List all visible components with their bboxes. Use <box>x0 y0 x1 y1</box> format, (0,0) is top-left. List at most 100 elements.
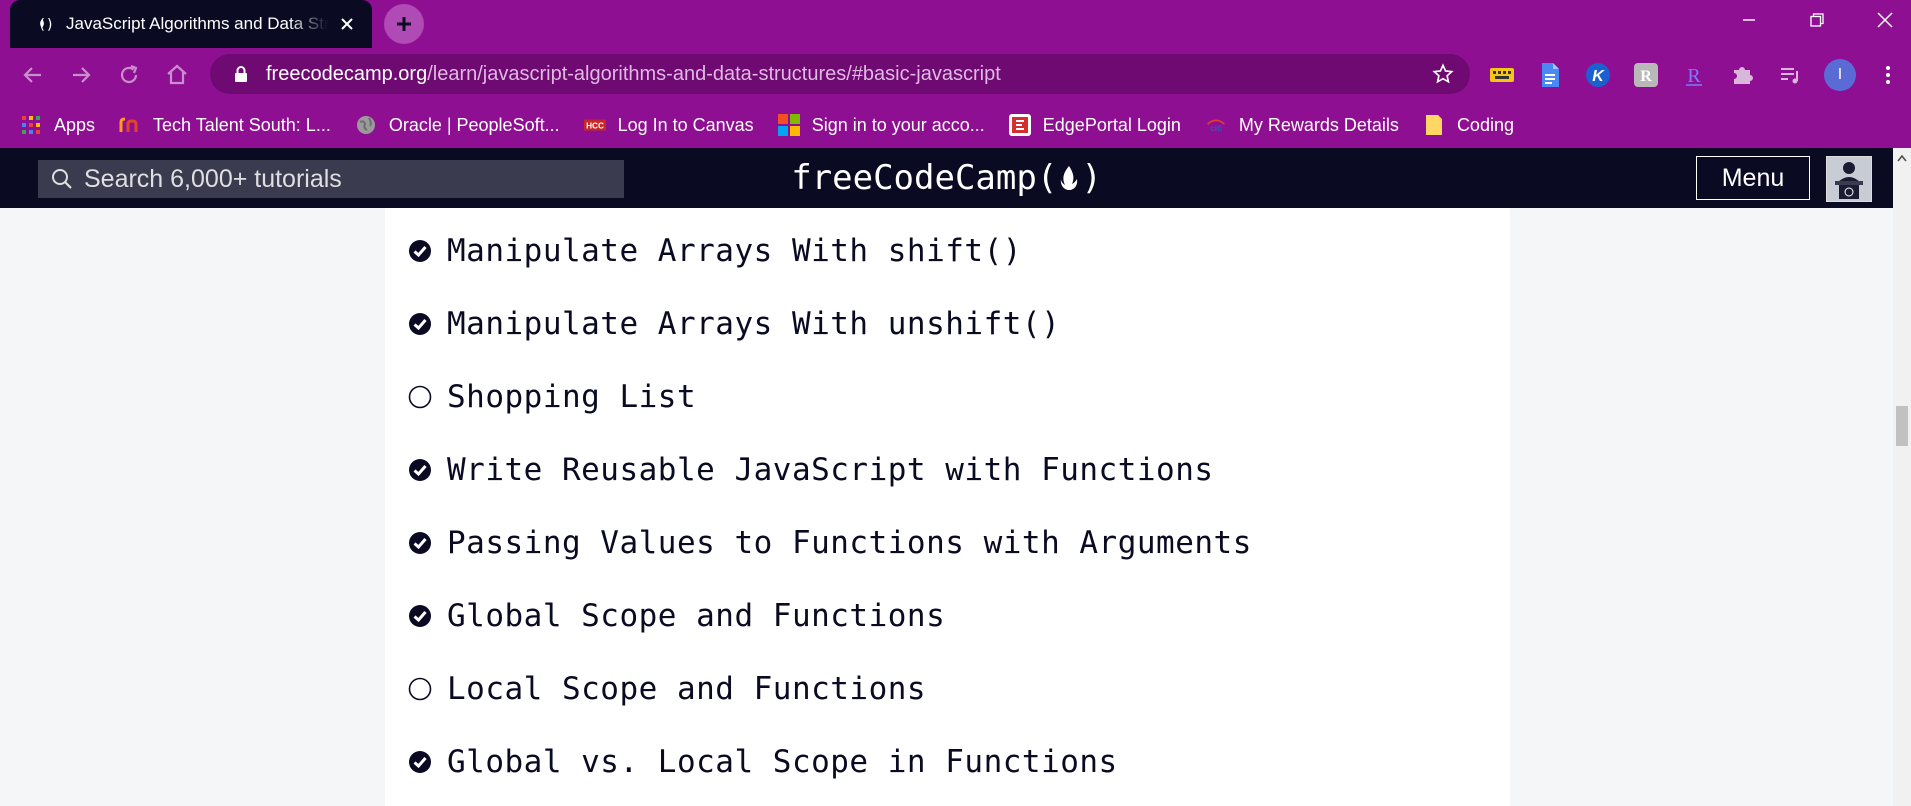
bookmark-label: Sign in to your acco... <box>811 114 985 135</box>
reload-button[interactable] <box>114 60 144 90</box>
scroll-up-arrow-icon[interactable] <box>1893 150 1911 166</box>
check-circle-icon <box>407 311 433 337</box>
microsoft-icon <box>777 114 800 136</box>
lesson-item[interactable]: Manipulate Arrays With unshift() <box>407 299 1060 349</box>
tts-icon <box>119 114 141 136</box>
flame-icon <box>1059 164 1079 192</box>
tab-title: JavaScript Algorithms and Data Structure… <box>66 14 328 33</box>
minimize-button[interactable] <box>1715 0 1783 40</box>
apps-grid-icon <box>20 114 42 136</box>
bookmark-edgeportal[interactable]: EdgePortal Login <box>1008 114 1181 136</box>
url-path: /learn/javascript-algorithms-and-data-st… <box>427 62 1001 85</box>
reader-icon[interactable]: R <box>1632 61 1660 89</box>
home-button[interactable] <box>162 60 192 90</box>
check-circle-icon <box>407 603 433 629</box>
browser-tab-bar: () JavaScript Algorithms and Data Struct… <box>0 0 1911 48</box>
avatar-icon <box>1827 157 1871 201</box>
url-text: freecodecamp.org/learn/javascript-algori… <box>266 63 1430 86</box>
new-tab-button[interactable] <box>384 4 424 44</box>
arrow-left-icon <box>23 67 41 83</box>
svg-text:K: K <box>1592 68 1605 85</box>
close-tab-icon[interactable] <box>336 13 358 35</box>
bookmark-star-icon[interactable] <box>1430 61 1456 87</box>
menu-button[interactable]: Menu <box>1696 156 1810 200</box>
lesson-title: Global Scope and Functions <box>447 598 946 634</box>
url-domain: freecodecamp.org <box>266 62 428 85</box>
lesson-list: Manipulate Arrays With shift() Manipulat… <box>385 208 1510 806</box>
browser-tab[interactable]: () JavaScript Algorithms and Data Struct… <box>10 0 372 48</box>
bookmark-label: EdgePortal Login <box>1042 114 1181 135</box>
empty-circle-icon <box>407 676 433 702</box>
bookmark-label: Log In to Canvas <box>617 114 754 135</box>
docs-icon[interactable] <box>1536 61 1564 89</box>
restore-icon <box>1810 13 1824 27</box>
lesson-title: Manipulate Arrays With unshift() <box>447 306 1061 342</box>
lesson-item[interactable]: Manipulate Arrays With shift() <box>407 226 1022 276</box>
close-icon <box>1877 12 1893 28</box>
svg-text:R: R <box>1687 65 1701 87</box>
check-circle-icon <box>407 457 433 483</box>
lesson-item[interactable]: Write Reusable JavaScript with Functions <box>407 445 1214 495</box>
svg-text:R: R <box>1640 68 1652 85</box>
lesson-item[interactable]: Global Scope and Functions <box>407 591 945 641</box>
restore-button[interactable] <box>1783 0 1851 40</box>
search-icon <box>50 167 74 191</box>
globe-icon <box>355 114 377 136</box>
r-extension-icon[interactable]: R <box>1680 61 1708 89</box>
search-input[interactable]: Search 6,000+ tutorials <box>38 160 624 198</box>
bookmark-oracle-peoplesoft[interactable]: Oracle | PeopleSoft... <box>355 114 560 136</box>
empty-circle-icon <box>407 384 433 410</box>
plus-icon <box>397 17 411 31</box>
folder-icon <box>1423 114 1445 136</box>
brand-prefix: freeCodeCamp( <box>791 158 1058 198</box>
more-menu-icon[interactable] <box>1874 61 1902 89</box>
lesson-item[interactable]: Shopping List <box>407 372 696 422</box>
minimize-icon <box>1743 19 1755 21</box>
bookmark-label: Coding <box>1456 114 1514 135</box>
bookmark-label: Tech Talent South: L... <box>153 114 331 135</box>
user-avatar[interactable] <box>1826 156 1872 202</box>
check-circle-icon <box>407 749 433 775</box>
bookmark-microsoft-sign-in[interactable]: Sign in to your acco... <box>777 114 985 136</box>
brand-suffix: ) <box>1081 158 1102 198</box>
lesson-item[interactable]: Local Scope and Functions <box>407 664 926 714</box>
keyboard-icon[interactable] <box>1488 61 1516 89</box>
svg-text:): ) <box>46 17 54 33</box>
check-circle-icon <box>407 530 433 556</box>
lock-icon <box>230 63 252 85</box>
bookmark-label: Apps <box>54 114 96 135</box>
bookmark-tech-talent-south[interactable]: Tech Talent South: L... <box>119 114 331 136</box>
svg-text:HCC: HCC <box>586 122 604 131</box>
bookmark-canvas[interactable]: HCC Log In to Canvas <box>583 114 754 136</box>
lesson-title: Local Scope and Functions <box>447 671 927 707</box>
k-extension-icon[interactable]: K <box>1584 61 1612 89</box>
fcc-favicon-icon: () <box>28 14 56 34</box>
address-bar[interactable]: freecodecamp.org/learn/javascript-algori… <box>210 54 1470 94</box>
profile-avatar[interactable]: I <box>1824 59 1856 91</box>
forward-button[interactable] <box>66 60 96 90</box>
lesson-title: Global vs. Local Scope in Functions <box>447 744 1118 780</box>
bookmark-my-rewards[interactable]: citi My Rewards Details <box>1205 114 1399 136</box>
bookmark-label: My Rewards Details <box>1238 114 1399 135</box>
canvas-icon: HCC <box>583 114 606 136</box>
svg-text:citi: citi <box>1210 123 1222 133</box>
lesson-title: Passing Values to Functions with Argumen… <box>447 525 1252 561</box>
bookmarks-bar: Apps Tech Talent South: L... Oracle | Pe… <box>0 102 1911 148</box>
playlist-icon[interactable] <box>1776 61 1804 89</box>
scrollbar-thumb[interactable] <box>1896 406 1908 446</box>
reload-icon <box>120 64 138 84</box>
puzzle-icon[interactable] <box>1728 61 1756 89</box>
edgeportal-icon <box>1008 114 1031 136</box>
page-scrollbar[interactable] <box>1893 148 1911 806</box>
bookmark-apps[interactable]: Apps <box>20 114 95 136</box>
lesson-item[interactable]: Global vs. Local Scope in Functions <box>407 737 1118 787</box>
bookmark-folder-coding[interactable]: Coding <box>1423 114 1514 136</box>
lesson-title: Manipulate Arrays With shift() <box>447 233 1022 269</box>
back-button[interactable] <box>18 60 48 90</box>
lesson-item[interactable]: Passing Values to Functions with Argumen… <box>407 518 1252 568</box>
close-window-button[interactable] <box>1851 0 1911 40</box>
citi-icon: citi <box>1205 114 1227 136</box>
browser-toolbar: freecodecamp.org/learn/javascript-algori… <box>0 48 1911 102</box>
lesson-title: Shopping List <box>447 379 697 415</box>
site-navbar: Search 6,000+ tutorials freeCodeCamp() M… <box>0 148 1893 208</box>
